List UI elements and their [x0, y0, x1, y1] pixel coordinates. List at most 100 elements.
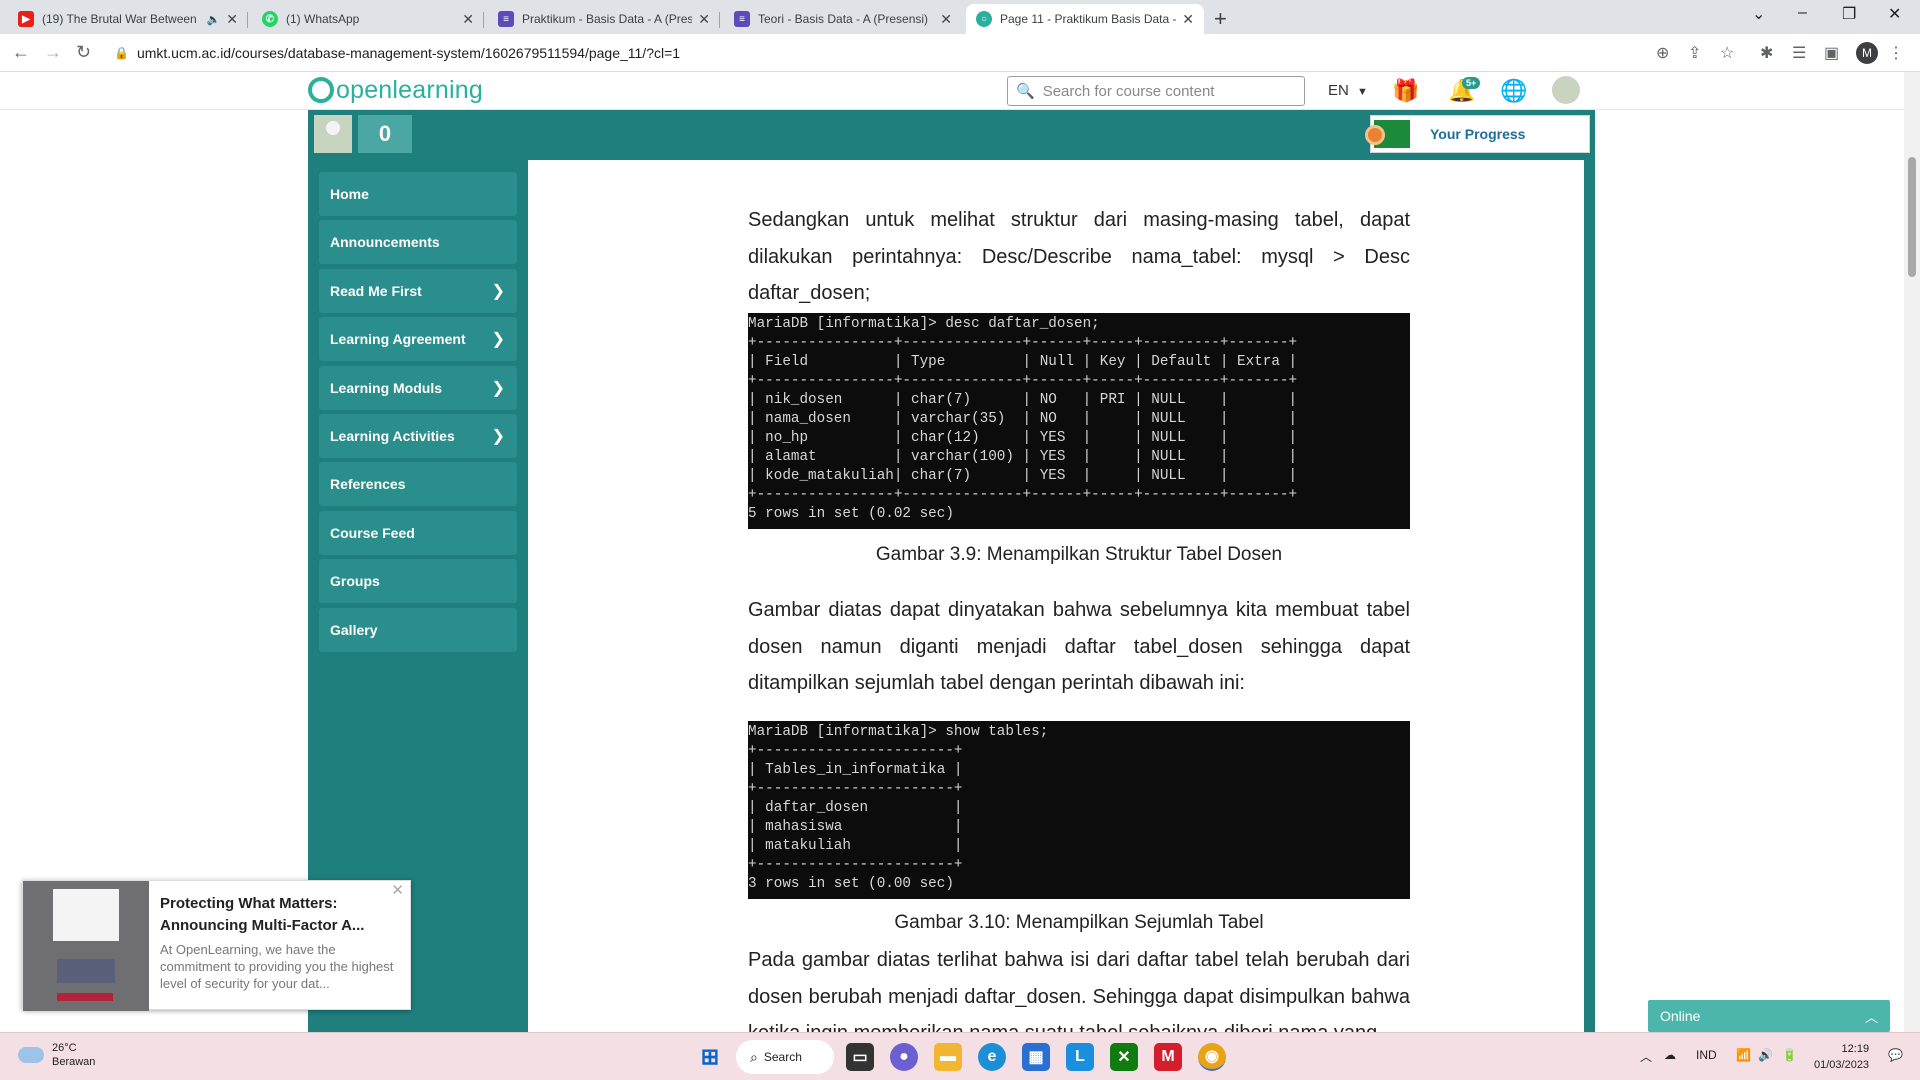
user-avatar[interactable]: [1552, 76, 1580, 104]
sidebar-item-gallery[interactable]: Gallery: [319, 607, 517, 652]
paragraph-conclusion: Pada gambar diatas terlihat bahwa isi da…: [748, 949, 1410, 1032]
bookmark-star-icon[interactable]: ☆: [1720, 43, 1734, 63]
browser-tab-praktikum[interactable]: ≡ Praktikum - Basis Data - A (Prese ✕: [488, 4, 720, 34]
zoom-icon[interactable]: ⊕: [1656, 43, 1669, 63]
language-selector[interactable]: EN ▼: [1328, 82, 1368, 99]
close-tab-icon[interactable]: ✕: [462, 11, 474, 28]
points-counter: 0: [358, 115, 412, 153]
sidebar-item-announcements[interactable]: Announcements: [319, 220, 517, 265]
tab-title: Page 11 - Praktikum Basis Data -: [1000, 12, 1177, 26]
sidebar-item-learning-moduls[interactable]: Learning Moduls ❯: [319, 365, 517, 410]
chevron-up-icon: ︿: [1864, 1009, 1878, 1025]
restore-icon[interactable]: ❐: [1842, 4, 1856, 24]
sidebar-item-label: Course Feed: [330, 524, 415, 541]
close-window-icon[interactable]: ✕: [1888, 4, 1901, 24]
store-icon[interactable]: ▦: [1022, 1043, 1050, 1071]
sidebar-item-label: Learning Activities: [330, 427, 455, 444]
sidebar-item-references[interactable]: References: [319, 462, 517, 507]
sidebar-item-home[interactable]: Home: [319, 172, 517, 216]
minimize-icon[interactable]: –: [1798, 4, 1807, 22]
wifi-icon[interactable]: 📶: [1736, 1048, 1751, 1062]
browser-tab-strip: ▶ (19) The Brutal War Between 🔈 ✕ ✆ (1) …: [0, 0, 1920, 34]
onedrive-icon[interactable]: ☁: [1664, 1048, 1676, 1062]
browser-tab-whatsapp[interactable]: ✆ (1) WhatsApp ✕: [252, 4, 484, 34]
terminal-line: +-----------------------+: [748, 743, 963, 759]
chat-status-label: Online: [1660, 1008, 1701, 1024]
page-scrollbar[interactable]: [1904, 72, 1920, 1032]
windows-taskbar: 26°C Berawan ⊞ ⌕ Search ▭ ● ▬ e ▦ L ✕ M …: [0, 1032, 1920, 1080]
sidebar-item-groups[interactable]: Groups: [319, 559, 517, 604]
taskbar-search-label: Search: [763, 1050, 802, 1064]
tab-search-icon[interactable]: ⌄: [1752, 4, 1765, 24]
close-tab-icon[interactable]: ✕: [940, 11, 952, 28]
profile-avatar[interactable]: M: [1856, 42, 1878, 64]
forward-icon[interactable]: →: [44, 42, 62, 63]
extensions-icon[interactable]: ✱: [1760, 43, 1773, 63]
edge-browser-icon[interactable]: e: [978, 1043, 1006, 1071]
paragraph-desc-explanation: Gambar diatas dapat dinyatakan bahwa seb…: [748, 599, 1410, 694]
close-tab-icon[interactable]: ✕: [1182, 11, 1194, 28]
reload-icon[interactable]: ↻: [76, 42, 91, 63]
sidebar-item-label: References: [330, 476, 406, 493]
taskbar-search[interactable]: ⌕ Search: [736, 1040, 834, 1074]
course-search[interactable]: 🔍: [1007, 76, 1305, 106]
terminal-line: | nama_dosen | varchar(35) | NO | | NULL…: [748, 411, 1298, 427]
terminal-line: MariaDB [informatika]> show tables;: [748, 724, 1049, 740]
scrollbar-thumb[interactable]: [1908, 157, 1916, 277]
online-chat-widget[interactable]: Online ︿: [1648, 1000, 1890, 1032]
mcafee-icon[interactable]: M: [1154, 1043, 1182, 1071]
new-tab-icon[interactable]: +: [1214, 6, 1227, 32]
chat-icon[interactable]: ●: [890, 1043, 918, 1071]
announcement-popup[interactable]: Protecting What Matters: Announcing Mult…: [22, 880, 411, 1011]
sidebar-item-read-me-first[interactable]: Read Me First ❯: [319, 268, 517, 313]
whatsapp-icon: ✆: [262, 11, 278, 27]
gift-icon[interactable]: 🎁: [1392, 78, 1419, 104]
sidebar-item-course-feed[interactable]: Course Feed: [319, 510, 517, 555]
l-app-icon[interactable]: L: [1066, 1043, 1094, 1071]
browser-tab-teori[interactable]: ≡ Teori - Basis Data - A (Presensi) ✕: [724, 4, 962, 34]
chrome-icon[interactable]: ◉: [1198, 1043, 1226, 1071]
terminal-line: +-----------------------+: [748, 857, 963, 873]
clock-date: 01/03/2023: [1814, 1059, 1870, 1071]
input-language[interactable]: IND: [1696, 1048, 1717, 1062]
language-label: EN: [1328, 82, 1349, 99]
lock-icon[interactable]: 🔒: [114, 46, 129, 60]
start-windows-icon[interactable]: ⊞: [696, 1043, 724, 1071]
terminal-line: MariaDB [informatika]> desc daftar_dosen…: [748, 316, 1100, 332]
close-tab-icon[interactable]: ✕: [226, 11, 238, 28]
browser-tab-page11[interactable]: ○ Page 11 - Praktikum Basis Data - ✕: [966, 4, 1204, 34]
sidebar-item-learning-agreement[interactable]: Learning Agreement ❯: [319, 317, 517, 362]
url-field[interactable]: 🔒 umkt.ucm.ac.id/courses/database-manage…: [108, 39, 1638, 67]
notification-badge: 5+: [1462, 77, 1481, 89]
close-icon[interactable]: ✕: [391, 881, 404, 899]
close-tab-icon[interactable]: ✕: [698, 11, 710, 28]
browser-tab-youtube[interactable]: ▶ (19) The Brutal War Between 🔈 ✕: [8, 4, 248, 34]
openlearning-logo[interactable]: openlearning: [308, 72, 483, 108]
xbox-icon[interactable]: ✕: [1110, 1043, 1138, 1071]
terminal-line: | no_hp | char(12) | YES | | NULL | |: [748, 430, 1298, 446]
menu-kebab-icon[interactable]: ⋮: [1888, 43, 1904, 63]
sidebar-item-learning-activities[interactable]: Learning Activities ❯: [319, 413, 517, 458]
back-icon[interactable]: ←: [12, 42, 30, 63]
course-search-input[interactable]: [1042, 82, 1293, 100]
battery-icon[interactable]: 🔋: [1782, 1048, 1797, 1062]
speaker-icon[interactable]: 🔈: [207, 13, 221, 26]
learner-avatar[interactable]: [314, 115, 352, 153]
side-panel-icon[interactable]: ▣: [1824, 43, 1839, 63]
volume-icon[interactable]: 🔊: [1758, 1048, 1773, 1062]
task-view-icon[interactable]: ▭: [846, 1043, 874, 1071]
your-progress-button[interactable]: Your Progress: [1365, 115, 1590, 153]
sidebar-item-label: Learning Moduls: [330, 379, 442, 396]
globe-icon[interactable]: 🌐: [1500, 78, 1527, 104]
file-explorer-icon[interactable]: ▬: [934, 1043, 962, 1071]
terminal-line: | Field | Type | Null | Key | Default | …: [748, 354, 1298, 370]
figure-caption-3-9: Gambar 3.9: Menampilkan Struktur Tabel D…: [875, 544, 1283, 565]
chevron-right-icon: ❯: [491, 331, 505, 349]
share-icon[interactable]: ⇪: [1688, 43, 1701, 63]
search-icon: ⌕: [750, 1048, 758, 1065]
chevron-up-icon[interactable]: ︿: [1640, 1048, 1652, 1065]
notification-center-icon[interactable]: 💬: [1888, 1048, 1903, 1062]
system-clock[interactable]: 12:19 01/03/2023: [1814, 1041, 1869, 1073]
reading-list-icon[interactable]: ☰: [1792, 43, 1806, 63]
weather-widget[interactable]: 26°C Berawan: [18, 1041, 95, 1069]
